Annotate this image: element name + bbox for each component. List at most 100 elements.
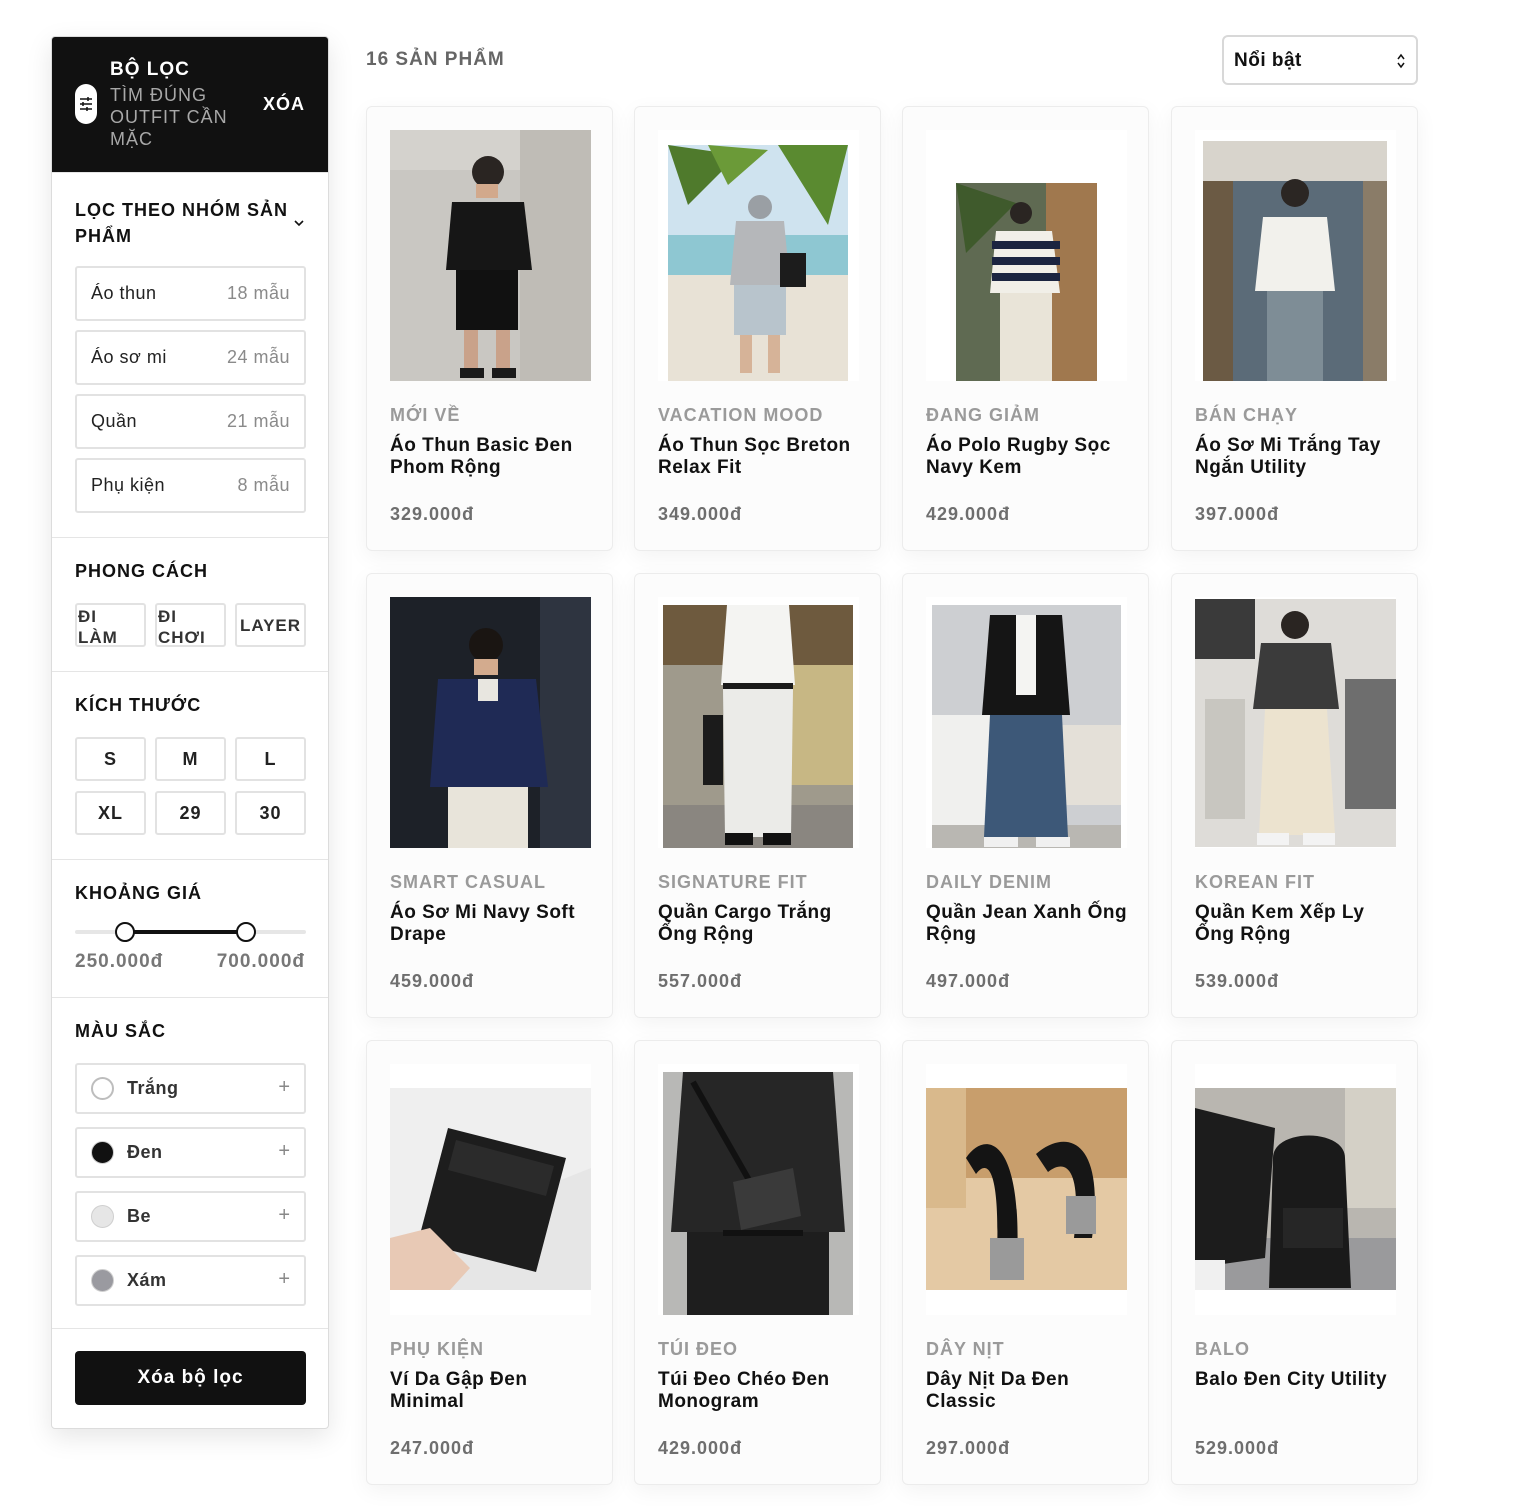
product-name[interactable]: Quần Jean Xanh Ống Rộng	[926, 902, 1131, 946]
size-option-30[interactable]: 30	[235, 791, 306, 835]
filter-header: BỘ LỌC TÌM ĐÚNG OUTFIT CẦN MẶC XÓA	[52, 37, 328, 172]
product-price: 557.000đ	[658, 971, 743, 991]
product-card[interactable]: BALO Balo Đen City Utility 529.000đ	[1171, 1040, 1418, 1485]
category-count: 21 mẫu	[226, 411, 290, 431]
sort-select[interactable]: Nổi bật	[1222, 35, 1418, 85]
product-price: 497.000đ	[926, 971, 1011, 991]
product-image-area	[390, 1064, 591, 1315]
size-option-l[interactable]: L	[235, 737, 306, 781]
style-chip-di-choi[interactable]: ĐI CHƠI	[155, 603, 226, 647]
product-image-area	[1195, 1064, 1396, 1315]
price-range-slider[interactable]	[75, 922, 306, 942]
size-option-m[interactable]: M	[155, 737, 226, 781]
product-name[interactable]: Áo Thun Sọc Breton Relax Fit	[658, 435, 863, 479]
product-card[interactable]: BÁN CHẠY Áo Sơ Mi Trắng Tay Ngắn Utility…	[1171, 106, 1418, 551]
product-tag: PHỤ KIỆN	[390, 1339, 485, 1359]
product-name[interactable]: Quần Kem Xếp Ly Ống Rộng	[1195, 902, 1400, 946]
product-card[interactable]: SIGNATURE FIT Quần Cargo Trắng Ống Rộng …	[634, 573, 881, 1018]
product-photo[interactable]	[956, 183, 1097, 381]
product-image-area	[658, 130, 859, 381]
product-name[interactable]: Túi Đeo Chéo Đen Monogram	[658, 1369, 863, 1413]
color-option-den[interactable]: Đen +	[75, 1127, 306, 1178]
product-photo[interactable]	[390, 130, 591, 381]
product-count: 16 SẢN PHẨM	[366, 49, 505, 70]
filter-sliders-icon	[75, 84, 97, 124]
product-price: 429.000đ	[926, 504, 1011, 524]
product-card[interactable]: PHỤ KIỆN Ví Da Gập Đen Minimal 247.000đ	[366, 1040, 613, 1485]
product-name[interactable]: Dây Nịt Da Đen Classic	[926, 1369, 1131, 1413]
price-filter-section: KHOẢNG GIÁ 250.000đ 700.000đ	[52, 859, 328, 997]
product-photo[interactable]	[390, 1088, 591, 1290]
product-card[interactable]: ĐANG GIẢM Áo Polo Rugby Sọc Navy Kem 429…	[902, 106, 1149, 551]
product-card[interactable]: VACATION MOOD Áo Thun Sọc Breton Relax F…	[634, 106, 881, 551]
product-card[interactable]: MỚI VỀ Áo Thun Basic Đen Phom Rộng 329.0…	[366, 106, 613, 551]
product-photo[interactable]	[932, 605, 1121, 848]
category-item-ao-so-mi[interactable]: Áo sơ mi 24 mẫu	[75, 330, 306, 385]
filter-sidebar: BỘ LỌC TÌM ĐÚNG OUTFIT CẦN MẶC XÓA LỌC T…	[51, 36, 329, 1429]
category-item-quan[interactable]: Quần 21 mẫu	[75, 394, 306, 449]
category-label: Áo thun	[91, 283, 157, 303]
color-option-xam[interactable]: Xám +	[75, 1255, 306, 1306]
product-card[interactable]: DAILY DENIM Quần Jean Xanh Ống Rộng 497.…	[902, 573, 1149, 1018]
product-card[interactable]: DÂY NỊT Dây Nịt Da Đen Classic 297.000đ	[902, 1040, 1149, 1485]
select-arrows-icon	[1397, 53, 1405, 69]
product-price: 329.000đ	[390, 504, 475, 524]
color-option-trang[interactable]: Trắng +	[75, 1063, 306, 1114]
product-card[interactable]: SMART CASUAL Áo Sơ Mi Navy Soft Drape 45…	[366, 573, 613, 1018]
category-count: 24 mẫu	[226, 347, 290, 367]
category-item-phu-kien[interactable]: Phụ kiện 8 mẫu	[75, 458, 306, 513]
category-item-ao-thun[interactable]: Áo thun 18 mẫu	[75, 266, 306, 321]
size-option-29[interactable]: 29	[155, 791, 226, 835]
product-name[interactable]: Áo Sơ Mi Trắng Tay Ngắn Utility	[1195, 435, 1400, 479]
style-chip-di-lam[interactable]: ĐI LÀM	[75, 603, 146, 647]
size-option-xl[interactable]: XL	[75, 791, 146, 835]
clear-filter-link[interactable]: XÓA	[263, 94, 305, 115]
product-tag: MỚI VỀ	[390, 405, 461, 425]
product-photo[interactable]	[926, 1088, 1127, 1290]
price-min-handle[interactable]	[114, 922, 135, 942]
product-photo[interactable]	[1195, 1088, 1396, 1290]
color-section-title: MÀU SẮC	[75, 1021, 166, 1041]
color-label: Trắng	[127, 1078, 179, 1098]
product-photo[interactable]	[663, 605, 853, 848]
style-chip-layer[interactable]: LAYER	[235, 603, 306, 647]
product-photo[interactable]	[390, 597, 591, 848]
product-name[interactable]: Áo Thun Basic Đen Phom Rộng	[390, 435, 595, 479]
style-section-title: PHONG CÁCH	[75, 561, 209, 581]
product-photo[interactable]	[1195, 599, 1396, 847]
product-price: 247.000đ	[390, 1438, 475, 1458]
product-card[interactable]: KOREAN FIT Quần Kem Xếp Ly Ống Rộng 539.…	[1171, 573, 1418, 1018]
chevron-down-icon[interactable]	[293, 217, 305, 229]
color-filter-section: MÀU SẮC Trắng + Đen + Be + Xám +	[52, 997, 328, 1328]
price-section-title: KHOẢNG GIÁ	[75, 883, 202, 903]
product-image-area	[390, 597, 591, 848]
plus-icon: +	[278, 1140, 290, 1162]
product-photo[interactable]	[1203, 141, 1387, 381]
product-card[interactable]: TÚI ĐEO Túi Đeo Chéo Đen Monogram 429.00…	[634, 1040, 881, 1485]
color-swatch	[91, 1269, 114, 1292]
price-range-fill	[124, 930, 246, 934]
price-max-handle[interactable]	[235, 922, 256, 942]
clear-filters-button[interactable]: Xóa bộ lọc	[75, 1351, 306, 1405]
category-filter-section: LỌC THEO NHÓM SẢN PHẨM Áo thun 18 mẫu Áo…	[52, 172, 328, 537]
product-tag: DÂY NỊT	[926, 1339, 1005, 1359]
product-name[interactable]: Quần Cargo Trắng Ống Rộng	[658, 902, 863, 946]
style-filter-section: PHONG CÁCH ĐI LÀM ĐI CHƠI LAYER	[52, 537, 328, 671]
color-label: Đen	[127, 1142, 163, 1162]
product-name[interactable]: Áo Sơ Mi Navy Soft Drape	[390, 902, 595, 946]
product-price: 297.000đ	[926, 1438, 1011, 1458]
color-option-be[interactable]: Be +	[75, 1191, 306, 1242]
size-option-s[interactable]: S	[75, 737, 146, 781]
plus-icon: +	[278, 1268, 290, 1290]
product-photo[interactable]	[663, 1072, 853, 1315]
product-name[interactable]: Áo Polo Rugby Sọc Navy Kem	[926, 435, 1131, 479]
product-price: 349.000đ	[658, 504, 743, 524]
plus-icon: +	[278, 1076, 290, 1098]
product-photo[interactable]	[668, 145, 848, 381]
product-image-area	[390, 130, 591, 381]
product-name[interactable]: Ví Da Gập Đen Minimal	[390, 1369, 595, 1413]
product-price: 539.000đ	[1195, 971, 1280, 991]
category-label: Áo sơ mi	[91, 347, 167, 367]
product-name[interactable]: Balo Đen City Utility	[1195, 1369, 1400, 1391]
product-image-area	[658, 597, 859, 848]
